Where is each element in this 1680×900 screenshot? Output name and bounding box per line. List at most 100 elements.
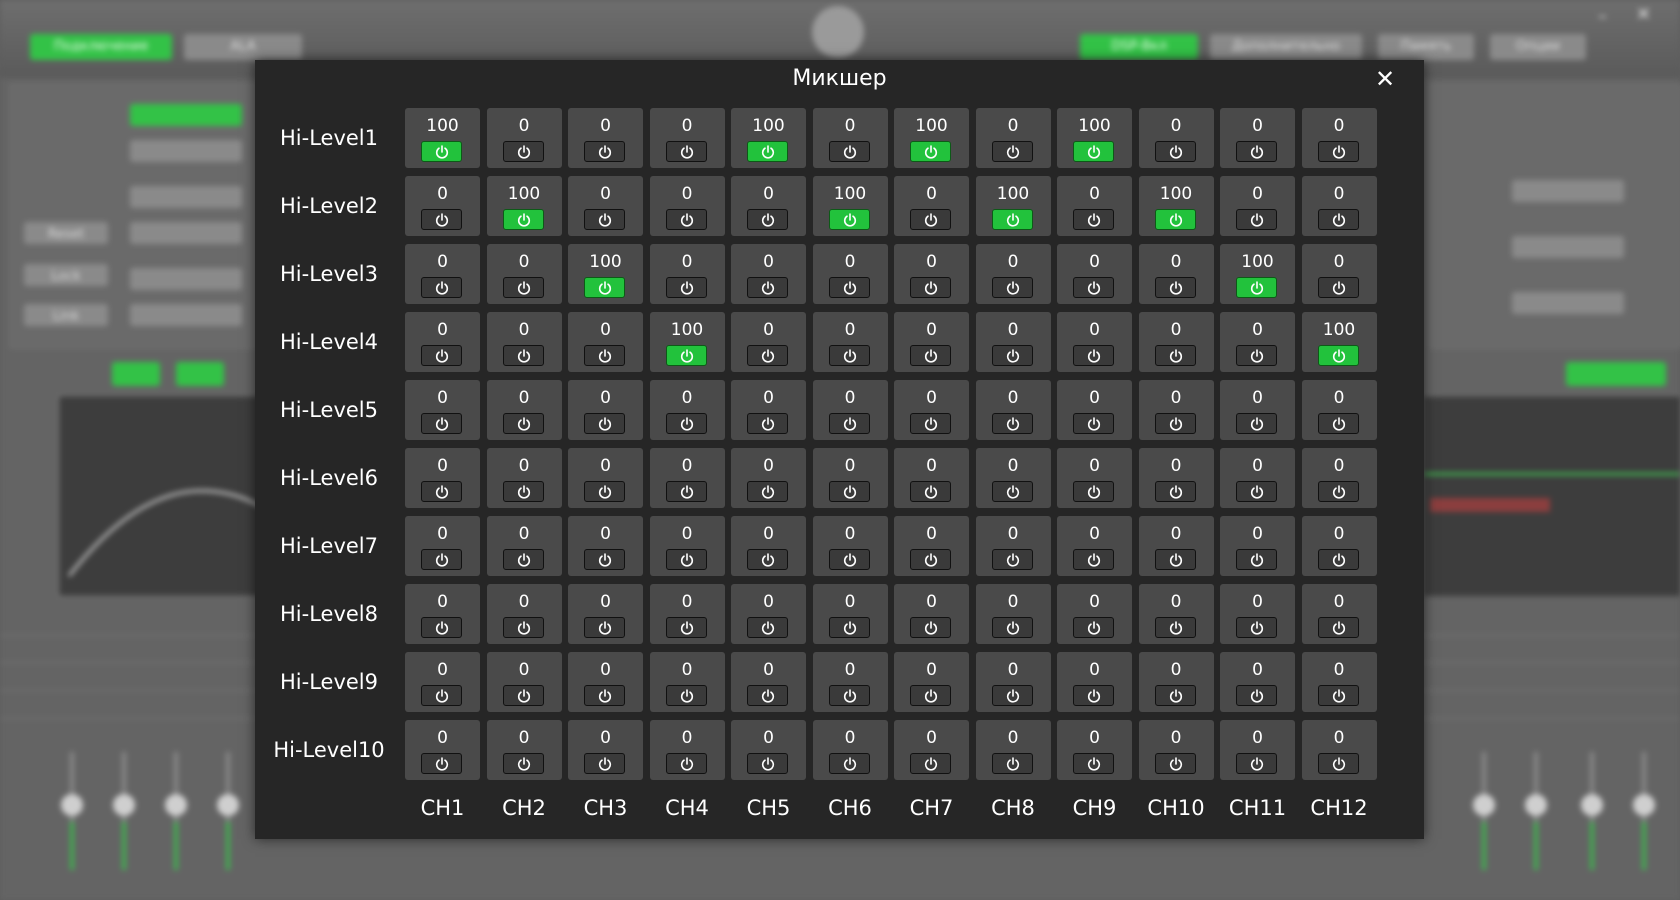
power-toggle-button[interactable] (1073, 685, 1114, 706)
mix-level-value[interactable]: 0 (731, 252, 806, 272)
power-toggle-button[interactable] (747, 617, 788, 638)
power-toggle-button[interactable] (1317, 617, 1359, 638)
power-toggle-button[interactable] (1073, 753, 1114, 774)
power-toggle-button[interactable] (910, 685, 951, 706)
power-toggle-button[interactable] (502, 617, 544, 638)
mix-level-value[interactable]: 100 (976, 184, 1051, 204)
power-toggle-button[interactable] (1154, 277, 1196, 298)
mix-level-value[interactable]: 100 (568, 252, 643, 272)
mix-level-value[interactable]: 0 (731, 592, 806, 612)
mix-level-value[interactable]: 0 (813, 320, 888, 340)
mix-level-value[interactable]: 0 (650, 184, 725, 204)
mix-level-value[interactable]: 0 (1139, 320, 1214, 340)
power-toggle-button[interactable] (910, 617, 951, 638)
power-toggle-button[interactable] (1154, 345, 1196, 366)
mix-level-value[interactable]: 0 (405, 184, 480, 204)
power-toggle-button[interactable] (910, 141, 951, 162)
mix-level-value[interactable]: 0 (1220, 184, 1295, 204)
mix-level-value[interactable]: 0 (1139, 388, 1214, 408)
power-toggle-button[interactable] (665, 345, 707, 366)
mix-level-value[interactable]: 0 (1139, 524, 1214, 544)
mix-level-value[interactable]: 0 (813, 592, 888, 612)
mix-level-value[interactable]: 0 (813, 660, 888, 680)
mix-level-value[interactable]: 0 (487, 252, 562, 272)
power-toggle-button[interactable] (502, 277, 544, 298)
mix-level-value[interactable]: 100 (1139, 184, 1214, 204)
power-toggle-button[interactable] (584, 141, 625, 162)
mix-level-value[interactable]: 0 (894, 320, 969, 340)
power-toggle-button[interactable] (1154, 413, 1196, 434)
mix-level-value[interactable]: 0 (487, 456, 562, 476)
mix-level-value[interactable]: 0 (1220, 456, 1295, 476)
mix-level-value[interactable]: 0 (1220, 388, 1295, 408)
power-toggle-button[interactable] (828, 617, 870, 638)
power-toggle-button[interactable] (828, 753, 870, 774)
power-toggle-button[interactable] (910, 413, 951, 434)
mix-level-value[interactable]: 0 (405, 388, 480, 408)
power-toggle-button[interactable] (747, 209, 788, 230)
power-toggle-button[interactable] (1073, 549, 1114, 570)
mix-level-value[interactable]: 0 (1220, 116, 1295, 136)
power-toggle-button[interactable] (1236, 413, 1277, 434)
power-toggle-button[interactable] (910, 549, 951, 570)
power-toggle-button[interactable] (1073, 277, 1114, 298)
mix-level-value[interactable]: 0 (1302, 660, 1377, 680)
power-toggle-button[interactable] (1236, 141, 1277, 162)
mix-level-value[interactable]: 100 (405, 116, 480, 136)
mix-level-value[interactable]: 0 (1057, 320, 1132, 340)
power-toggle-button[interactable] (1073, 617, 1114, 638)
power-toggle-button[interactable] (1317, 209, 1359, 230)
mix-level-value[interactable]: 0 (650, 592, 725, 612)
mix-level-value[interactable]: 0 (731, 388, 806, 408)
power-toggle-button[interactable] (1317, 277, 1359, 298)
power-toggle-button[interactable] (747, 753, 788, 774)
power-toggle-button[interactable] (665, 141, 707, 162)
power-toggle-button[interactable] (828, 413, 870, 434)
mix-level-value[interactable]: 0 (894, 388, 969, 408)
mix-level-value[interactable]: 0 (894, 184, 969, 204)
mix-level-value[interactable]: 0 (487, 388, 562, 408)
power-toggle-button[interactable] (502, 685, 544, 706)
power-toggle-button[interactable] (747, 413, 788, 434)
mix-level-value[interactable]: 0 (731, 660, 806, 680)
mix-level-value[interactable]: 0 (650, 252, 725, 272)
mix-level-value[interactable]: 0 (1139, 660, 1214, 680)
mix-level-value[interactable]: 0 (405, 252, 480, 272)
power-toggle-button[interactable] (747, 277, 788, 298)
power-toggle-button[interactable] (665, 617, 707, 638)
mix-level-value[interactable]: 0 (487, 660, 562, 680)
mix-level-value[interactable]: 0 (568, 456, 643, 476)
power-toggle-button[interactable] (665, 753, 707, 774)
mix-level-value[interactable]: 0 (568, 116, 643, 136)
power-toggle-button[interactable] (1317, 481, 1359, 502)
mix-level-value[interactable]: 0 (813, 252, 888, 272)
power-toggle-button[interactable] (991, 413, 1033, 434)
power-toggle-button[interactable] (1317, 413, 1359, 434)
mix-level-value[interactable]: 0 (405, 456, 480, 476)
power-toggle-button[interactable] (421, 141, 462, 162)
power-toggle-button[interactable] (584, 549, 625, 570)
mix-level-value[interactable]: 100 (1220, 252, 1295, 272)
power-toggle-button[interactable] (991, 753, 1033, 774)
mix-level-value[interactable]: 0 (731, 456, 806, 476)
power-toggle-button[interactable] (828, 209, 870, 230)
power-toggle-button[interactable] (910, 345, 951, 366)
mix-level-value[interactable]: 0 (650, 660, 725, 680)
power-toggle-button[interactable] (502, 481, 544, 502)
mix-level-value[interactable]: 0 (650, 456, 725, 476)
power-toggle-button[interactable] (991, 209, 1033, 230)
power-toggle-button[interactable] (421, 277, 462, 298)
power-toggle-button[interactable] (828, 685, 870, 706)
power-toggle-button[interactable] (991, 481, 1033, 502)
power-toggle-button[interactable] (910, 209, 951, 230)
mix-level-value[interactable]: 0 (650, 388, 725, 408)
mix-level-value[interactable]: 100 (813, 184, 888, 204)
power-toggle-button[interactable] (584, 209, 625, 230)
mix-level-value[interactable]: 0 (487, 728, 562, 748)
mix-level-value[interactable]: 0 (894, 660, 969, 680)
mix-level-value[interactable]: 0 (405, 592, 480, 612)
mix-level-value[interactable]: 0 (1139, 456, 1214, 476)
mix-level-value[interactable]: 0 (1057, 728, 1132, 748)
mix-level-value[interactable]: 0 (568, 524, 643, 544)
power-toggle-button[interactable] (1154, 549, 1196, 570)
